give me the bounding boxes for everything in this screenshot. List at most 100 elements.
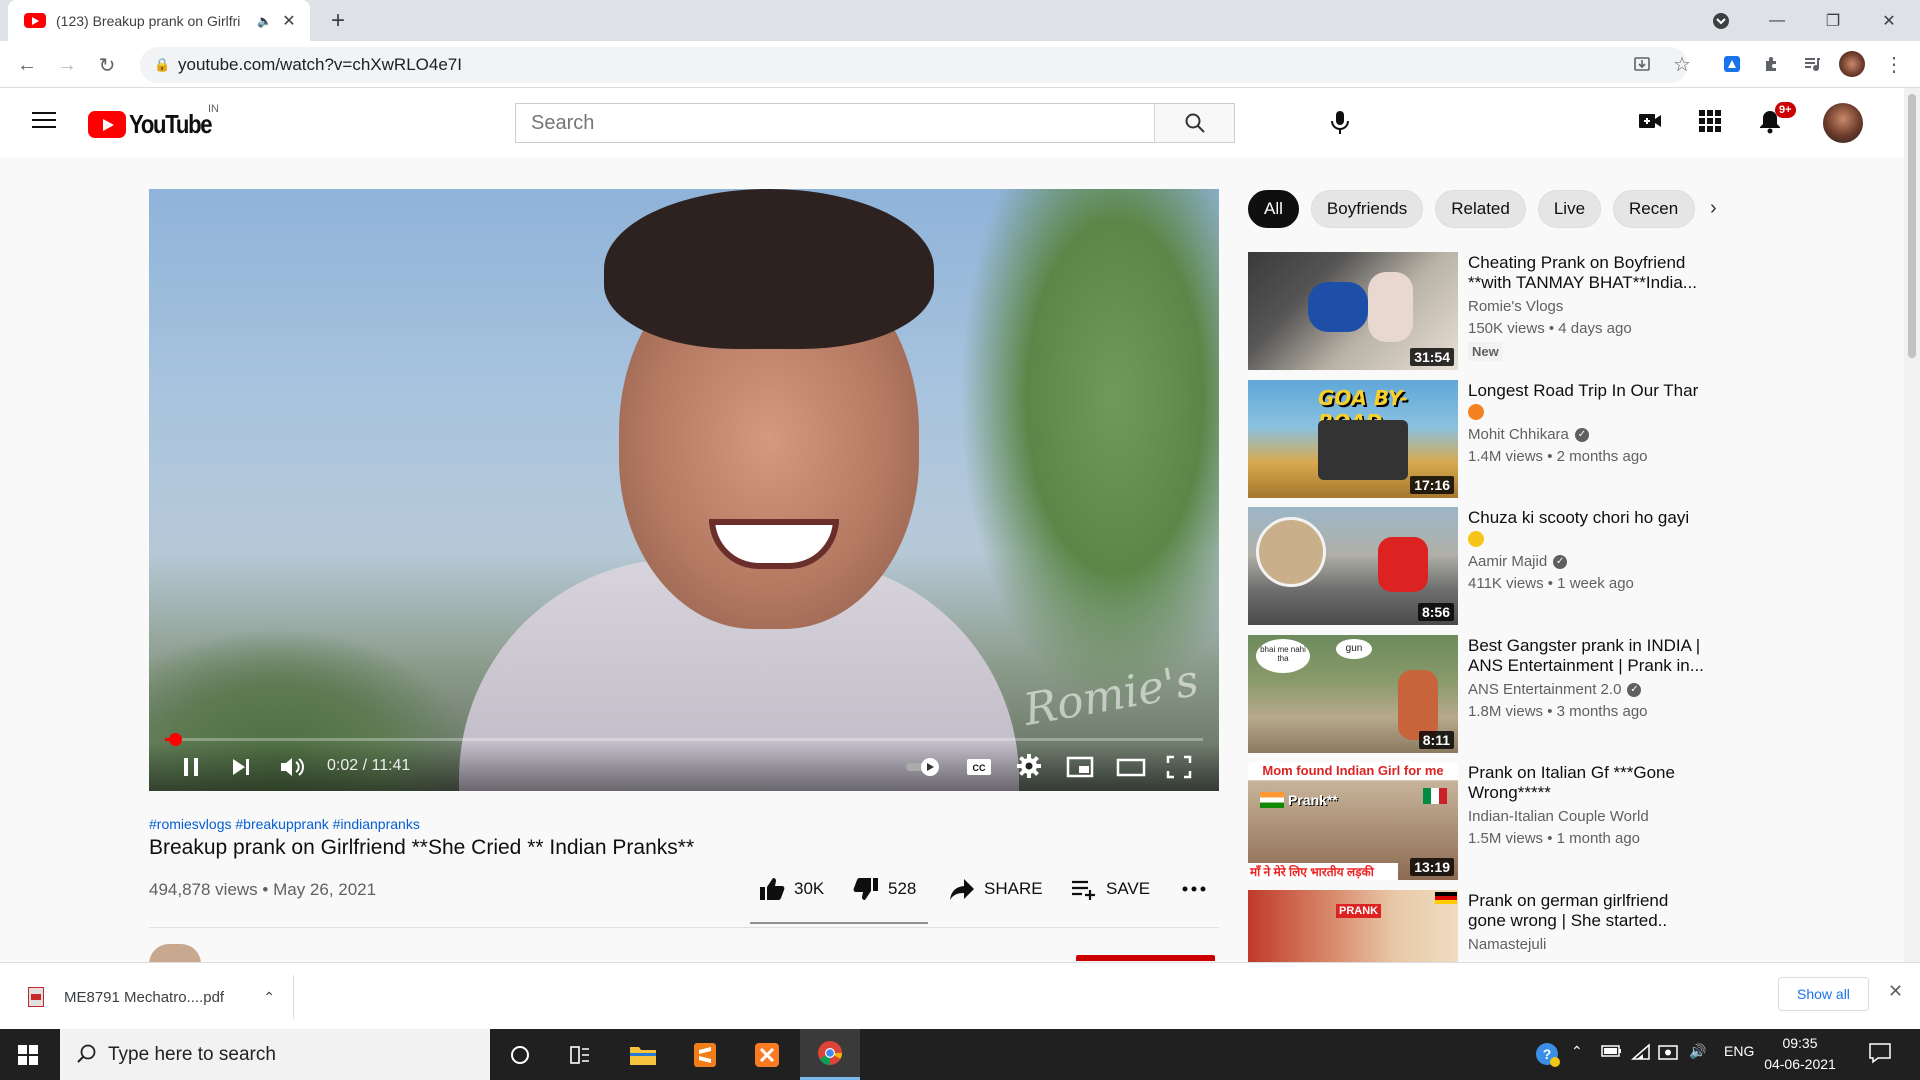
extensions-puzzle-icon[interactable] bbox=[1758, 50, 1786, 78]
recommendation-meta: 1.4M views • 2 months ago bbox=[1468, 448, 1648, 465]
chevron-right-icon[interactable]: › bbox=[1710, 197, 1717, 220]
tab-audio-icon[interactable]: 🔈 bbox=[257, 14, 272, 28]
browser-tab[interactable]: (123) Breakup prank on Girlfri 🔈 ✕ bbox=[8, 0, 310, 41]
save-button[interactable]: SAVE bbox=[1070, 876, 1150, 902]
taskbar-search[interactable]: Type here to search bbox=[60, 1029, 490, 1080]
chip-live[interactable]: Live bbox=[1537, 190, 1602, 228]
new-tab-button[interactable]: + bbox=[325, 7, 351, 35]
chrome-menu-icon[interactable]: ⋮ bbox=[1880, 50, 1908, 78]
autoplay-toggle[interactable] bbox=[905, 755, 941, 779]
xampp-icon[interactable] bbox=[737, 1029, 797, 1080]
scrollbar-thumb[interactable] bbox=[1908, 94, 1916, 358]
recommendation-channel[interactable]: Romie's Vlogs bbox=[1468, 298, 1563, 315]
dislike-button[interactable]: 528 bbox=[852, 876, 916, 902]
create-video-button[interactable] bbox=[1637, 108, 1663, 134]
extension-icon[interactable] bbox=[1718, 50, 1746, 78]
tab-close-icon[interactable]: ✕ bbox=[278, 11, 300, 31]
video-player[interactable]: Romie's 0:02 / 11:41 CC bbox=[149, 189, 1219, 791]
profile-avatar-icon[interactable] bbox=[1838, 50, 1866, 78]
speech-bubble: gun bbox=[1336, 639, 1372, 659]
captions-button[interactable]: CC bbox=[966, 755, 992, 779]
next-button[interactable] bbox=[229, 755, 253, 779]
channel-name: ANS Entertainment 2.0 bbox=[1468, 681, 1622, 698]
recommendation-item[interactable]: 31:54 Cheating Prank on Boyfriend **with… bbox=[1248, 252, 1697, 370]
like-button[interactable]: 30K bbox=[758, 876, 824, 902]
minimize-button[interactable]: — bbox=[1749, 0, 1805, 41]
volume-button[interactable] bbox=[279, 755, 307, 779]
sublime-text-icon[interactable] bbox=[675, 1029, 735, 1080]
help-icon[interactable]: ? bbox=[1533, 1040, 1561, 1068]
clock-time: 09:35 bbox=[1782, 1035, 1818, 1051]
more-actions-button[interactable] bbox=[1180, 876, 1216, 902]
voice-search-button[interactable] bbox=[1330, 110, 1350, 136]
close-download-bar-icon[interactable]: ✕ bbox=[1888, 981, 1903, 1002]
captions-icon: CC bbox=[967, 759, 991, 775]
save-playlist-icon bbox=[1072, 880, 1095, 900]
recommendation-item[interactable]: bhai me nahi tha gun 8:11 Best Gangster … bbox=[1248, 635, 1704, 753]
fullscreen-button[interactable] bbox=[1166, 755, 1192, 779]
recommendation-item[interactable]: GOA BY-ROAD 17:16 Longest Road Trip In O… bbox=[1248, 380, 1698, 498]
account-avatar[interactable] bbox=[1823, 103, 1863, 143]
share-button[interactable]: SHARE bbox=[948, 876, 1043, 902]
cortana-icon[interactable] bbox=[490, 1029, 550, 1080]
battery-icon[interactable] bbox=[1601, 1043, 1623, 1059]
video-thumbnail[interactable]: 31:54 bbox=[1248, 252, 1458, 370]
meet-now-icon[interactable] bbox=[1657, 1043, 1679, 1061]
video-thumbnail[interactable]: bhai me nahi tha gun 8:11 bbox=[1248, 635, 1458, 753]
speaker-icon[interactable]: 🔊 bbox=[1689, 1043, 1706, 1060]
apps-button[interactable] bbox=[1697, 108, 1723, 134]
recommendation-item[interactable]: PRANK Prank on german girlfriend ** gone… bbox=[1248, 890, 1668, 962]
task-view-icon[interactable] bbox=[550, 1029, 610, 1080]
recommendation-channel[interactable]: Aamir Majid ✓ bbox=[1468, 553, 1568, 570]
recommendation-channel[interactable]: Namastejuli bbox=[1468, 936, 1546, 953]
file-explorer-icon[interactable] bbox=[613, 1029, 673, 1080]
search-input[interactable] bbox=[516, 104, 1154, 142]
windows-start-icon[interactable] bbox=[18, 1045, 38, 1065]
recommendation-item[interactable]: 8:56 Chuza ki scooty chori ho gayi Aamir… bbox=[1248, 507, 1689, 625]
subscribe-button[interactable] bbox=[1076, 955, 1215, 961]
seek-bar[interactable] bbox=[165, 733, 1203, 746]
search-button[interactable] bbox=[1154, 104, 1234, 142]
address-bar[interactable]: 🔒 youtube.com/watch?v=chXwRLO4e7I bbox=[140, 47, 1688, 83]
page-scrollbar[interactable] bbox=[1904, 88, 1920, 962]
channel-avatar[interactable] bbox=[149, 944, 201, 964]
media-control-icon[interactable] bbox=[1798, 50, 1826, 78]
close-window-button[interactable]: ✕ bbox=[1861, 0, 1917, 41]
wifi-icon[interactable] bbox=[1631, 1043, 1651, 1061]
video-thumbnail[interactable]: PRANK bbox=[1248, 890, 1458, 962]
show-all-button[interactable]: Show all bbox=[1778, 977, 1869, 1011]
video-thumbnail[interactable]: GOA BY-ROAD 17:16 bbox=[1248, 380, 1458, 498]
chip-boyfriends[interactable]: Boyfriends bbox=[1310, 190, 1424, 228]
bookmark-star-icon[interactable]: ☆ bbox=[1668, 50, 1696, 78]
menu-icon[interactable] bbox=[32, 112, 56, 133]
recommendation-channel[interactable]: Mohit Chhikara ✓ bbox=[1468, 426, 1589, 443]
taskbar-clock[interactable]: 09:35 04-06-2021 bbox=[1760, 1033, 1840, 1075]
video-thumbnail[interactable]: 8:56 bbox=[1248, 507, 1458, 625]
video-hashtags[interactable]: #romiesvlogs #breakupprank #indianpranks bbox=[149, 816, 420, 832]
install-icon[interactable] bbox=[1628, 50, 1656, 78]
tab-search-icon[interactable] bbox=[1693, 0, 1749, 41]
chip-all[interactable]: All bbox=[1248, 190, 1299, 228]
chevron-up-icon[interactable]: ⌃ bbox=[263, 989, 275, 1006]
recommendation-item[interactable]: Mom found Indian Girl for me Prank** माँ… bbox=[1248, 762, 1675, 880]
chrome-taskbar-icon[interactable] bbox=[800, 1029, 860, 1080]
recommendation-channel[interactable]: Indian-Italian Couple World bbox=[1468, 808, 1649, 825]
reload-icon[interactable]: ↻ bbox=[93, 51, 121, 79]
forward-icon[interactable]: → bbox=[53, 51, 81, 79]
back-icon[interactable]: ← bbox=[13, 51, 41, 79]
video-thumbnail[interactable]: Mom found Indian Girl for me Prank** माँ… bbox=[1248, 762, 1458, 880]
chevron-up-icon[interactable]: ⌃ bbox=[1571, 1043, 1583, 1060]
notification-center-icon[interactable] bbox=[1868, 1042, 1892, 1064]
settings-button[interactable] bbox=[1016, 753, 1042, 779]
recommendation-channel[interactable]: ANS Entertainment 2.0 ✓ bbox=[1468, 681, 1642, 698]
seek-handle[interactable] bbox=[169, 733, 182, 746]
youtube-logo[interactable]: YouTube IN bbox=[88, 103, 226, 140]
miniplayer-button[interactable] bbox=[1066, 755, 1094, 779]
pause-button[interactable] bbox=[179, 755, 203, 779]
input-language[interactable]: ENG bbox=[1724, 1043, 1754, 1059]
maximize-button[interactable]: ❐ bbox=[1805, 0, 1861, 41]
theater-mode-button[interactable] bbox=[1116, 755, 1146, 779]
chip-recent[interactable]: Recen bbox=[1613, 190, 1696, 228]
chip-related[interactable]: Related bbox=[1435, 190, 1526, 228]
download-item[interactable]: ME8791 Mechatro....pdf ⌃ bbox=[18, 975, 294, 1019]
